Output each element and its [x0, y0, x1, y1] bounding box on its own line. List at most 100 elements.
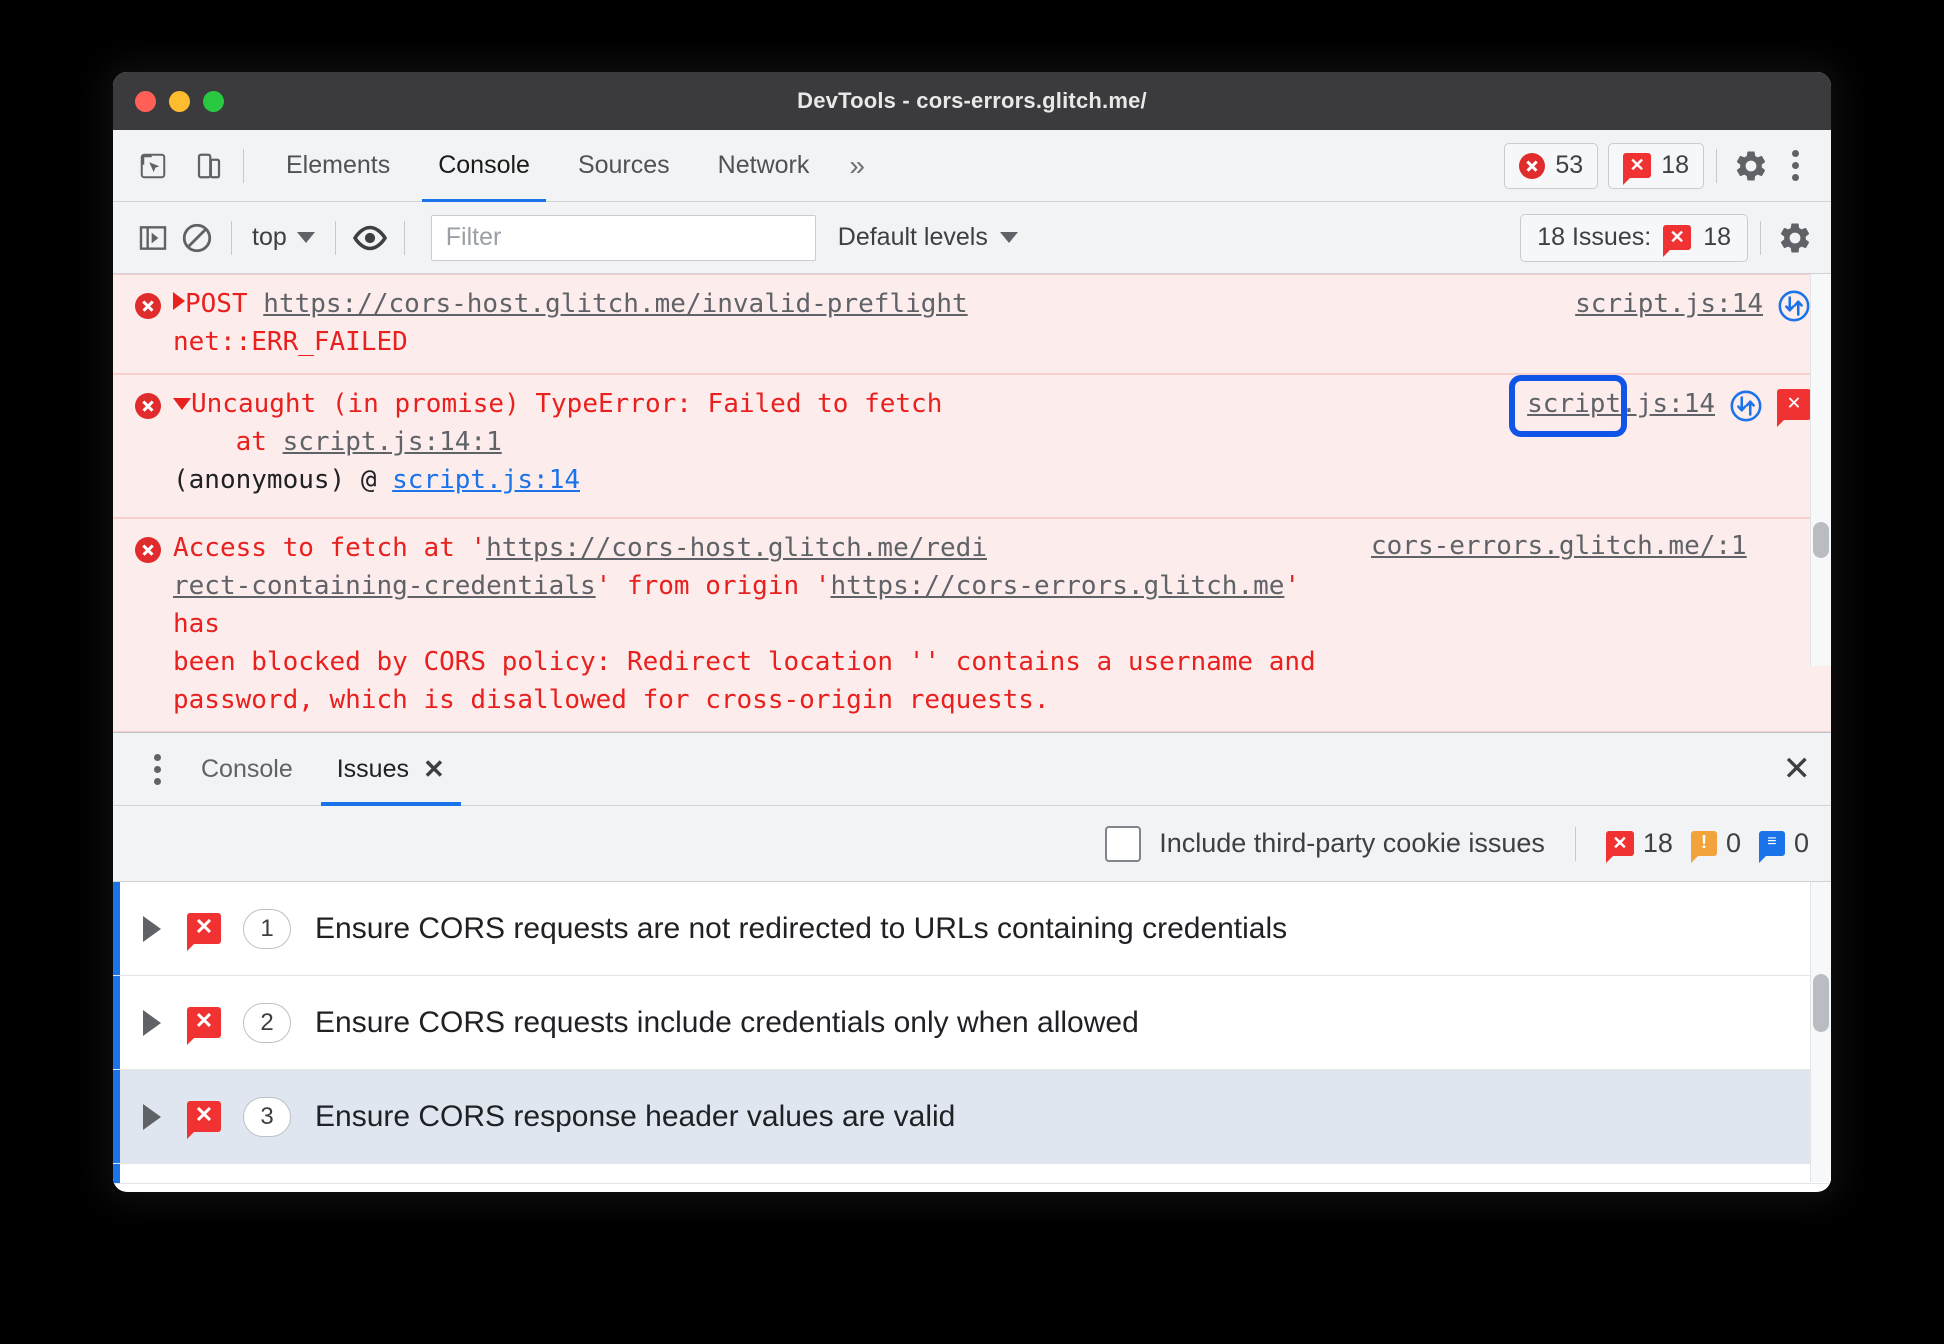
issue-bubble-icon-row1: ✕ — [187, 913, 221, 951]
filter-divider-2 — [334, 220, 336, 255]
window-title: DevTools - cors-errors.glitch.me/ — [797, 88, 1147, 113]
close-tab-icon[interactable]: ✕ — [423, 754, 445, 785]
tab-console[interactable]: Console — [414, 130, 554, 202]
maximize-window-button[interactable] — [203, 90, 224, 112]
close-drawer-icon[interactable]: ✕ — [1783, 752, 1812, 786]
source-link-1[interactable]: script.js:14 — [1575, 289, 1763, 319]
tab-network[interactable]: Network — [694, 130, 834, 202]
issues-filter-divider — [1574, 826, 1576, 861]
tab-elements[interactable]: Elements — [262, 130, 414, 202]
disclosure-triangle-expanded[interactable] — [173, 398, 191, 410]
execution-context-value: top — [252, 223, 287, 251]
msg3-seg4: been blocked by CORS policy: Redirect lo… — [173, 647, 1316, 677]
console-message-1-text: POST https://cors-host.glitch.me/invalid… — [173, 285, 1557, 361]
issues-info-count: ≡ 0 — [1758, 828, 1809, 863]
msg2-stack-link[interactable]: script.js:14:1 — [283, 427, 502, 457]
issue-row-1[interactable]: ✕ 1 Ensure CORS requests are not redirec… — [113, 882, 1831, 976]
console-scrollbar-thumb[interactable] — [1813, 522, 1829, 558]
issues-error-count-value: 18 — [1642, 828, 1673, 858]
toolbar-divider — [243, 148, 244, 183]
drawer-tab-console[interactable]: Console — [179, 732, 315, 806]
error-circle-icon-msg1 — [135, 293, 161, 319]
issue-title-2: Ensure CORS requests include credentials… — [315, 1005, 1139, 1039]
msg3-seg5: password, which is disallowed for cross-… — [173, 685, 1050, 715]
console-message-network-error[interactable]: POST https://cors-host.glitch.me/invalid… — [113, 274, 1831, 374]
expand-triangle-icon-1[interactable] — [143, 915, 161, 942]
disclosure-triangle-collapsed[interactable] — [173, 292, 185, 310]
network-request-icon-2[interactable] — [1729, 389, 1763, 423]
third-party-cookies-label: Include third-party cookie issues — [1159, 828, 1545, 858]
issue-count-pill-3: 3 — [243, 1096, 291, 1137]
device-toolbar-icon[interactable] — [187, 144, 231, 188]
minimize-window-button[interactable] — [169, 90, 190, 112]
window-titlebar: DevTools - cors-errors.glitch.me/ — [113, 72, 1831, 130]
expand-triangle-icon-2[interactable] — [143, 1009, 161, 1036]
msg2-anon-link[interactable]: script.js:14 — [392, 465, 580, 495]
console-message-list: POST https://cors-host.glitch.me/invalid… — [113, 274, 1831, 732]
msg3-url1[interactable]: https://cors-host.glitch.me/redi — [486, 533, 987, 563]
info-bubble-icon: ≡ — [1758, 831, 1785, 863]
close-window-button[interactable] — [135, 90, 156, 112]
console-message-2-stack: at script.js:14:1 — [173, 423, 1509, 461]
devtools-window: DevTools - cors-errors.glitch.me/ Elemen… — [113, 72, 1831, 1192]
issue-bubble-icon-2: ✕ — [1663, 225, 1692, 257]
issue-count-value: 18 — [1661, 151, 1689, 179]
msg3-url1b[interactable]: rect-containing-credentials — [173, 571, 596, 601]
expand-triangle-icon-3[interactable] — [143, 1103, 161, 1130]
issues-scrollbar-thumb[interactable] — [1813, 974, 1829, 1032]
drawer-tab-issues-label: Issues — [336, 754, 409, 783]
filter-input[interactable]: Filter — [430, 214, 816, 261]
filter-divider-3 — [403, 220, 405, 255]
issues-summary-count: 18 — [1703, 223, 1731, 251]
issues-warning-count: ! 0 — [1690, 828, 1741, 863]
issues-summary-button[interactable]: 18 Issues: ✕ 18 — [1520, 213, 1748, 262]
issue-row-3[interactable]: ✕ 3 Ensure CORS response header values a… — [113, 1070, 1831, 1164]
issues-filter-bar: Include third-party cookie issues ✕ 18 !… — [113, 806, 1831, 882]
msg3-url2[interactable]: https://cors-errors.glitch.me — [830, 571, 1284, 601]
issues-summary-label: 18 Issues: — [1537, 223, 1652, 251]
issue-bubble-icon-msg2[interactable]: ✕ — [1777, 389, 1811, 427]
issues-scrollbar-track[interactable] — [1810, 882, 1831, 1182]
drawer-tab-issues[interactable]: Issues ✕ — [315, 732, 467, 806]
gear-icon[interactable] — [1729, 144, 1773, 188]
issue-count-badge[interactable]: ✕ 18 — [1608, 142, 1704, 189]
console-sidebar-icon[interactable] — [131, 216, 175, 260]
issues-warning-count-value: 0 — [1725, 828, 1741, 858]
issue-row-2[interactable]: ✕ 2 Ensure CORS requests include credent… — [113, 976, 1831, 1070]
more-tabs-icon[interactable]: » — [833, 150, 881, 182]
issue-count-pill-1: 1 — [243, 908, 291, 949]
issue-row-4-partial[interactable] — [113, 1164, 1831, 1184]
chevron-down-icon-2 — [999, 232, 1018, 243]
log-level-selector[interactable]: Default levels — [838, 223, 1018, 252]
source-link-2[interactable]: script.js:14 — [1527, 389, 1715, 419]
drawer-kebab-menu-icon[interactable] — [135, 747, 179, 791]
console-message-2-text: Uncaught (in promise) TypeError: Failed … — [173, 385, 1509, 423]
source-link-3[interactable]: cors-errors.glitch.me/:1 — [1371, 531, 1747, 561]
third-party-cookies-checkbox[interactable] — [1105, 825, 1142, 862]
screenshot-stage: DevTools - cors-errors.glitch.me/ Elemen… — [0, 0, 1944, 1344]
issue-bubble-icon: ✕ — [1623, 153, 1652, 185]
tab-sources[interactable]: Sources — [554, 130, 694, 202]
issue-count-pill-2: 2 — [243, 1002, 291, 1043]
console-scrollbar-track[interactable] — [1810, 274, 1831, 666]
msg1-url[interactable]: https://cors-host.glitch.me/invalid-pref… — [263, 289, 967, 319]
console-message-1-right: script.js:14 — [1575, 289, 1811, 323]
inspect-cursor-icon[interactable] — [131, 144, 175, 188]
execution-context-selector[interactable]: top — [244, 223, 323, 252]
network-request-icon-1[interactable] — [1777, 289, 1811, 323]
live-expression-eye-icon[interactable] — [348, 216, 392, 260]
window-controls[interactable] — [135, 72, 224, 130]
msg3-seg2: ' from origin ' — [595, 571, 831, 601]
console-message-cors-blocked[interactable]: Access to fetch at 'https://cors-host.gl… — [113, 518, 1831, 732]
issue-title-3: Ensure CORS response header values are v… — [315, 1099, 956, 1133]
clear-console-icon[interactable] — [175, 216, 219, 260]
devtools-main-toolbar: Elements Console Sources Network » 53 ✕ … — [113, 130, 1831, 202]
console-message-3-text: Access to fetch at 'https://cors-host.gl… — [173, 529, 1353, 719]
console-message-3-right: cors-errors.glitch.me/:1 — [1371, 531, 1747, 561]
kebab-menu-icon[interactable] — [1773, 144, 1817, 188]
gear-icon-2[interactable] — [1773, 216, 1817, 260]
drawer-tab-bar: Console Issues ✕ ✕ — [113, 732, 1831, 806]
console-filter-toolbar: top Filter Default levels 18 Issues: ✕ 1… — [113, 202, 1831, 274]
console-message-uncaught-typeerror[interactable]: Uncaught (in promise) TypeError: Failed … — [113, 374, 1831, 518]
error-count-badge[interactable]: 53 — [1504, 142, 1599, 189]
